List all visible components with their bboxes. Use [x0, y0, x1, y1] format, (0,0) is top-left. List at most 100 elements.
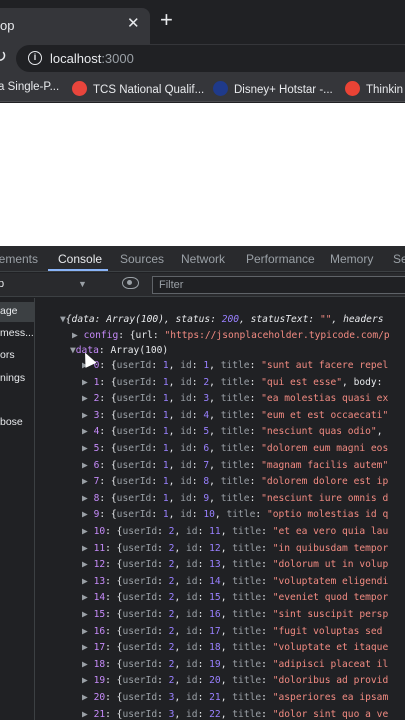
- info-icon[interactable]: i: [28, 51, 42, 65]
- array-item-row[interactable]: ▶ 21: {userId: 3, id: 22, title: "dolor …: [82, 709, 388, 720]
- sidebar-item[interactable]: age: [0, 305, 18, 317]
- row-sep: : {: [99, 409, 117, 421]
- array-item-row[interactable]: ▶ 8: {userId: 1, id: 9, title: "nesciunt…: [82, 493, 388, 504]
- row-id: 17: [209, 625, 221, 637]
- page-viewport: [0, 103, 405, 246]
- header-rest: , headers: [331, 314, 384, 325]
- expand-arrow-icon[interactable]: ▶: [82, 626, 94, 637]
- array-item-row[interactable]: ▶ 11: {userId: 2, id: 12, title: "in qui…: [82, 543, 388, 554]
- userid-key: userId: [116, 459, 152, 471]
- row-title: "dolor sint quo a ve: [272, 708, 389, 720]
- expand-arrow-icon[interactable]: ▶: [82, 642, 94, 653]
- expand-arrow-icon[interactable]: ▶: [82, 543, 94, 554]
- expand-arrow-icon[interactable]: ▶: [82, 692, 94, 703]
- row-sep: :: [261, 642, 273, 654]
- expand-arrow-icon[interactable]: ▶: [82, 592, 94, 603]
- array-item-row[interactable]: ▶ 6: {userId: 1, id: 7, title: "magnam f…: [82, 460, 388, 471]
- browser-tab[interactable]: op ✕: [0, 8, 150, 44]
- eye-icon[interactable]: [122, 277, 139, 289]
- array-item-row[interactable]: ▶ 13: {userId: 2, id: 14, title: "volupt…: [82, 576, 388, 587]
- row-sep: : {: [105, 658, 123, 670]
- config-line[interactable]: ▶ config: {url: "https://jsonplaceholder…: [72, 330, 390, 341]
- array-item-row[interactable]: ▶ 10: {userId: 2, id: 11, title: "et ea …: [82, 526, 388, 537]
- expand-arrow-icon[interactable]: ▶: [82, 509, 94, 520]
- context-selector[interactable]: p: [0, 278, 4, 290]
- bookmark-item[interactable]: a Single-P...: [0, 81, 59, 93]
- expand-arrow-icon[interactable]: ▶: [82, 377, 94, 388]
- array-item-row[interactable]: ▶ 2: {userId: 1, id: 3, title: "ea moles…: [82, 393, 388, 404]
- userid-key: userId: [116, 426, 152, 438]
- array-item-row[interactable]: ▶ 7: {userId: 1, id: 8, title: "dolorem …: [82, 476, 388, 487]
- reload-icon[interactable]: ↻: [0, 46, 7, 67]
- expand-arrow-icon[interactable]: ▶: [82, 709, 94, 720]
- expand-arrow-icon[interactable]: ▶: [82, 460, 94, 471]
- bookmark-item[interactable]: Disney+ Hotstar -...: [213, 81, 333, 96]
- userid-key: userId: [122, 708, 158, 720]
- array-item-row[interactable]: ▶ 16: {userId: 2, id: 17, title: "fugit …: [82, 626, 388, 637]
- array-item-row[interactable]: ▶ 12: {userId: 2, id: 13, title: "doloru…: [82, 559, 388, 570]
- expand-arrow-icon[interactable]: ▶: [82, 659, 94, 670]
- devtools-tab[interactable]: Memory: [330, 252, 373, 266]
- expand-arrow-icon[interactable]: ▶: [82, 675, 94, 686]
- expand-arrow-icon[interactable]: ▶: [82, 393, 94, 404]
- devtools-tab[interactable]: Console: [58, 252, 102, 266]
- bookmark-item[interactable]: TCS National Qualif...: [72, 81, 204, 96]
- row-sep: :: [151, 376, 163, 388]
- row-sep: ,: [220, 625, 233, 637]
- address-bar[interactable]: i localhost:3000: [16, 45, 405, 72]
- devtools-tab[interactable]: Se: [393, 252, 405, 266]
- expand-arrow-icon[interactable]: ▶: [82, 443, 94, 454]
- row-sep: :: [261, 592, 273, 604]
- chevron-down-icon[interactable]: ▼: [78, 279, 87, 289]
- array-item-row[interactable]: ▶ 1: {userId: 1, id: 2, title: "qui est …: [82, 377, 388, 388]
- header-status: 200: [221, 314, 240, 325]
- expand-arrow-icon[interactable]: ▶: [82, 410, 94, 421]
- devtools-tab[interactable]: Network: [181, 252, 225, 266]
- row-sep: ,: [168, 360, 181, 371]
- close-icon[interactable]: ✕: [127, 14, 140, 32]
- array-item-row[interactable]: ▶ 5: {userId: 1, id: 6, title: "dolorem …: [82, 443, 388, 454]
- row-sep: :: [191, 509, 204, 521]
- url-text: localhost:3000: [50, 51, 134, 66]
- sidebar-item[interactable]: nings: [0, 372, 25, 384]
- array-item-row[interactable]: ▶ 0: {userId: 1, id: 1, title: "sunt aut…: [82, 360, 388, 371]
- expand-arrow-icon[interactable]: ▶: [82, 609, 94, 620]
- array-item-row[interactable]: ▶ 18: {userId: 2, id: 19, title: "adipis…: [82, 659, 388, 670]
- id-key: id: [180, 459, 192, 471]
- array-item-row[interactable]: ▶ 15: {userId: 2, id: 16, title: "sint s…: [82, 609, 388, 620]
- sidebar-item[interactable]: ors: [0, 349, 15, 361]
- array-item-row[interactable]: ▶ 19: {userId: 2, id: 20, title: "dolori…: [82, 675, 388, 686]
- expand-arrow-icon[interactable]: ▶: [82, 426, 94, 437]
- array-item-row[interactable]: ▶ 9: {userId: 1, id: 10, title: "optio m…: [82, 509, 388, 520]
- new-tab-icon[interactable]: +: [160, 9, 173, 31]
- array-item-row[interactable]: ▶ 3: {userId: 1, id: 4, title: "eum et e…: [82, 410, 388, 421]
- expand-arrow-icon[interactable]: ▶: [82, 559, 94, 570]
- filter-input[interactable]: Filter: [152, 276, 405, 294]
- row-sep: ,: [174, 692, 187, 703]
- data-array-text: : Array(100): [98, 345, 169, 356]
- response-object-line[interactable]: ▼{data: Array(100), status: 200, statusT…: [60, 314, 384, 325]
- expand-arrow-icon[interactable]: ▶: [82, 493, 94, 504]
- userid-key: userId: [122, 609, 158, 620]
- devtools-tab[interactable]: lements: [0, 252, 38, 266]
- bookmark-item[interactable]: Thinkin: [345, 81, 403, 96]
- array-item-row[interactable]: ▶ 4: {userId: 1, id: 5, title: "nesciunt…: [82, 426, 388, 437]
- devtools-tab[interactable]: Performance: [246, 252, 315, 266]
- array-item-row[interactable]: ▶ 17: {userId: 2, id: 18, title: "volupt…: [82, 642, 388, 653]
- sidebar-item[interactable]: bose: [0, 416, 23, 428]
- expand-arrow-icon[interactable]: ▶: [82, 526, 94, 537]
- expand-arrow-icon[interactable]: ▶: [72, 330, 84, 341]
- expand-arrow-icon[interactable]: ▶: [82, 476, 94, 487]
- expand-arrow-icon[interactable]: ▶: [82, 576, 94, 587]
- devtools-tab[interactable]: Sources: [120, 252, 164, 266]
- row-title: "et ea vero quia lau: [272, 526, 389, 537]
- userid-key: userId: [122, 625, 158, 637]
- row-index: 10: [93, 526, 106, 537]
- sidebar-item[interactable]: mess...: [0, 327, 34, 339]
- row-sep: ,: [220, 692, 233, 703]
- row-sep: ,: [174, 609, 187, 620]
- array-item-row[interactable]: ▶ 20: {userId: 3, id: 21, title: "asperi…: [82, 692, 388, 703]
- array-item-row[interactable]: ▶ 14: {userId: 2, id: 15, title: "evenie…: [82, 592, 388, 603]
- row-sep: :: [255, 509, 267, 521]
- title-key: title: [232, 642, 262, 654]
